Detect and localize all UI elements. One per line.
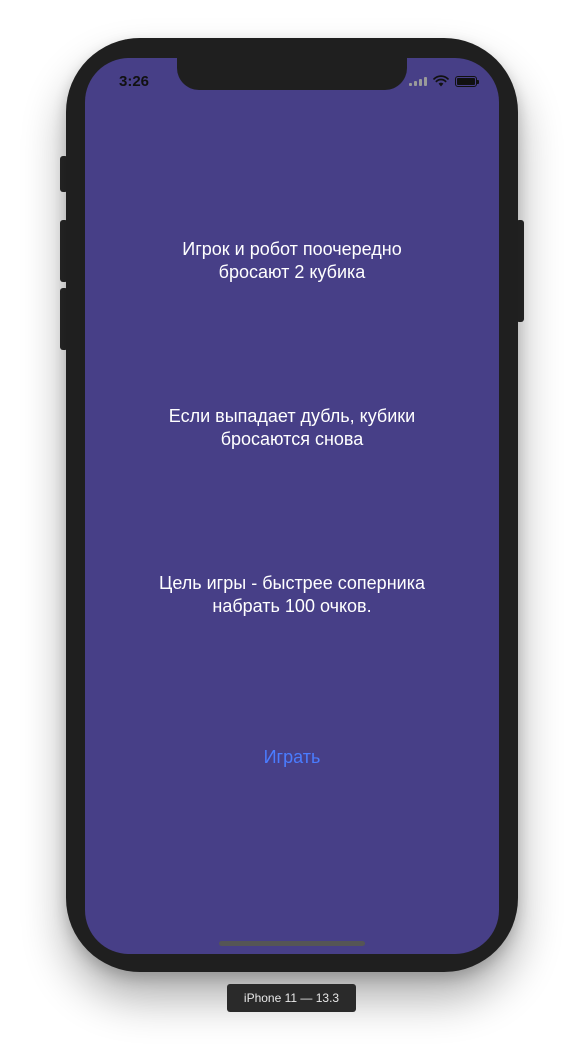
status-icons bbox=[409, 75, 479, 87]
device-screen: 3:26 Игрок и робот поочередно бросают 2 … bbox=[85, 58, 499, 954]
device-label: iPhone 11 — 13.3 bbox=[227, 984, 356, 1012]
wifi-icon bbox=[433, 75, 449, 87]
rule-text-goal: Цель игры - быстрее соперника набрать 10… bbox=[159, 573, 425, 616]
play-button[interactable]: Играть bbox=[242, 743, 342, 771]
notch bbox=[177, 58, 407, 90]
rule-text-turns: Игрок и робот поочередно бросают 2 кубик… bbox=[182, 239, 402, 282]
rule-text-doubles: Если выпадает дубль, кубики бросаются сн… bbox=[168, 406, 416, 449]
battery-icon bbox=[455, 75, 479, 87]
home-indicator[interactable] bbox=[219, 941, 365, 946]
signal-icon bbox=[409, 76, 427, 86]
status-time: 3:26 bbox=[119, 73, 150, 90]
simulator-stage: 3:26 Игрок и робот поочередно бросают 2 … bbox=[0, 0, 584, 1048]
